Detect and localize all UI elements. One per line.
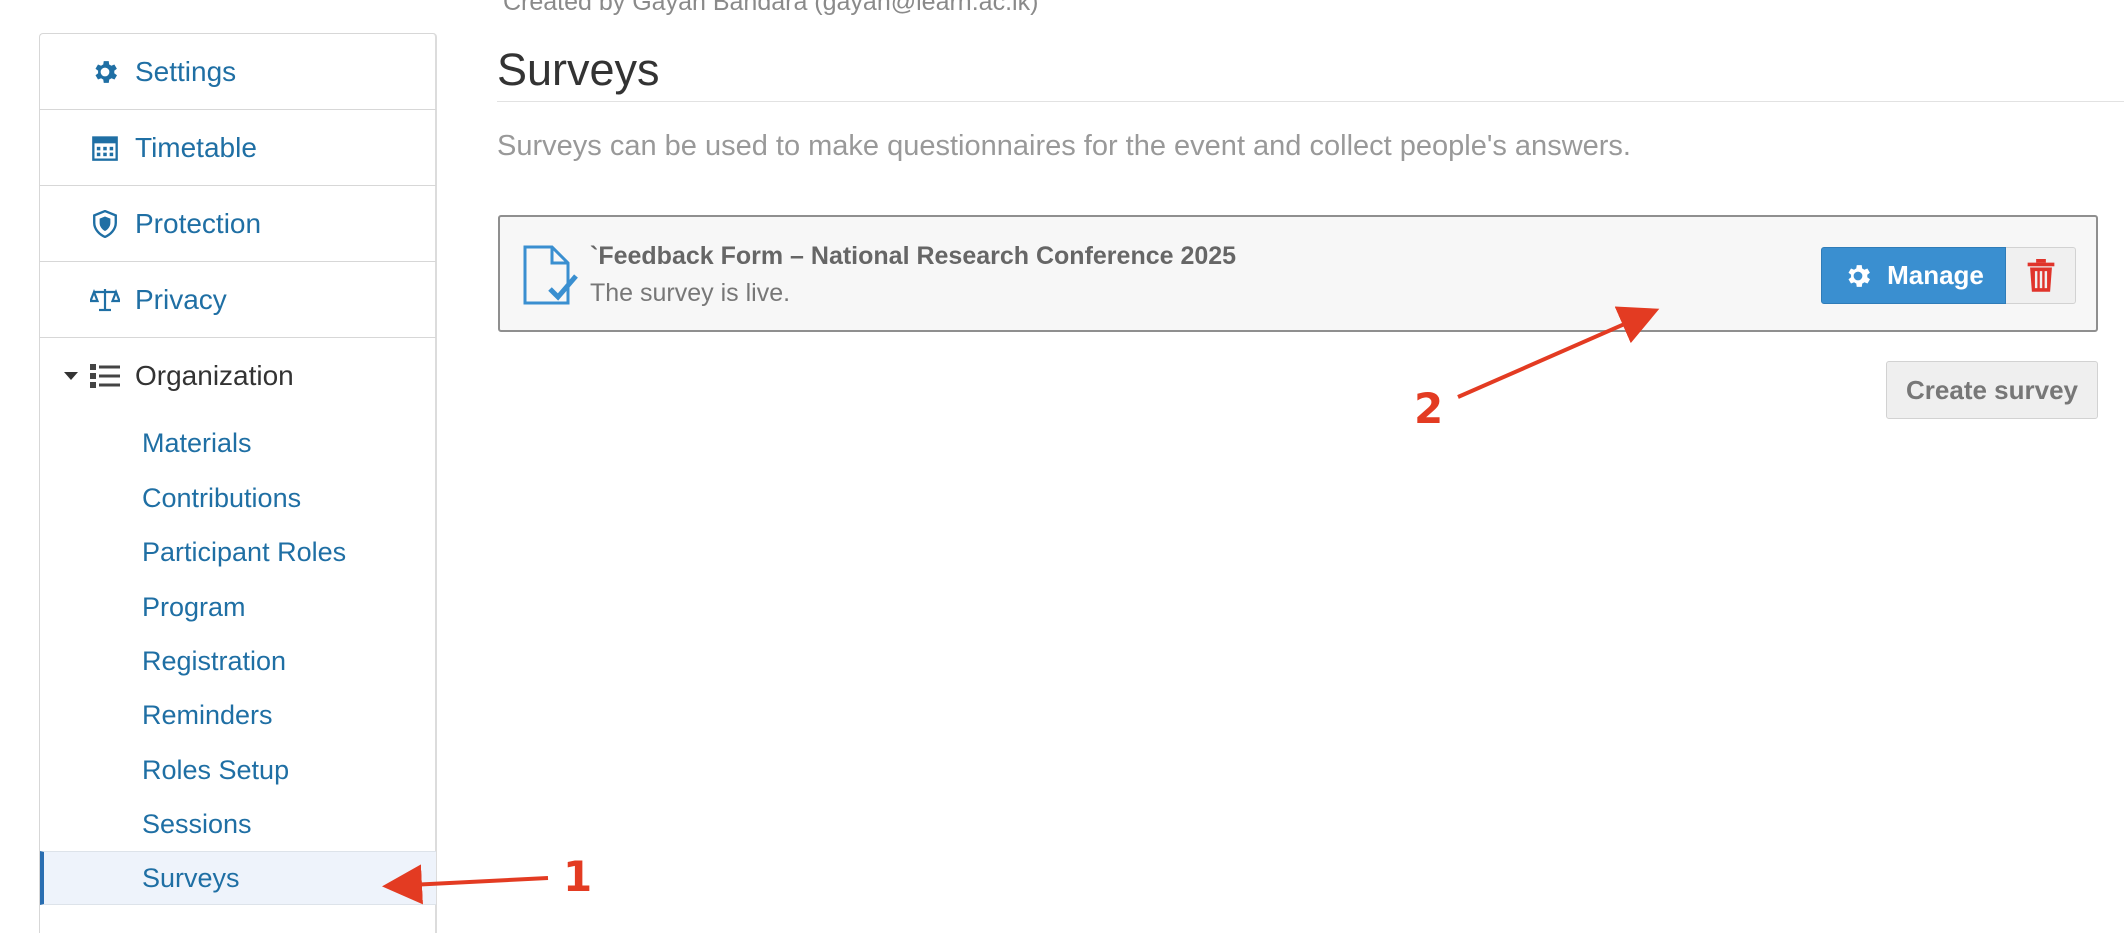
annotation-arrow-1 [382, 864, 549, 905]
annotation-arrow-2 [1457, 306, 1660, 399]
annotation-arrows [382, 306, 1660, 905]
annotation-label-2: 2 [1414, 384, 1444, 433]
annotation-label-1: 1 [563, 852, 593, 901]
